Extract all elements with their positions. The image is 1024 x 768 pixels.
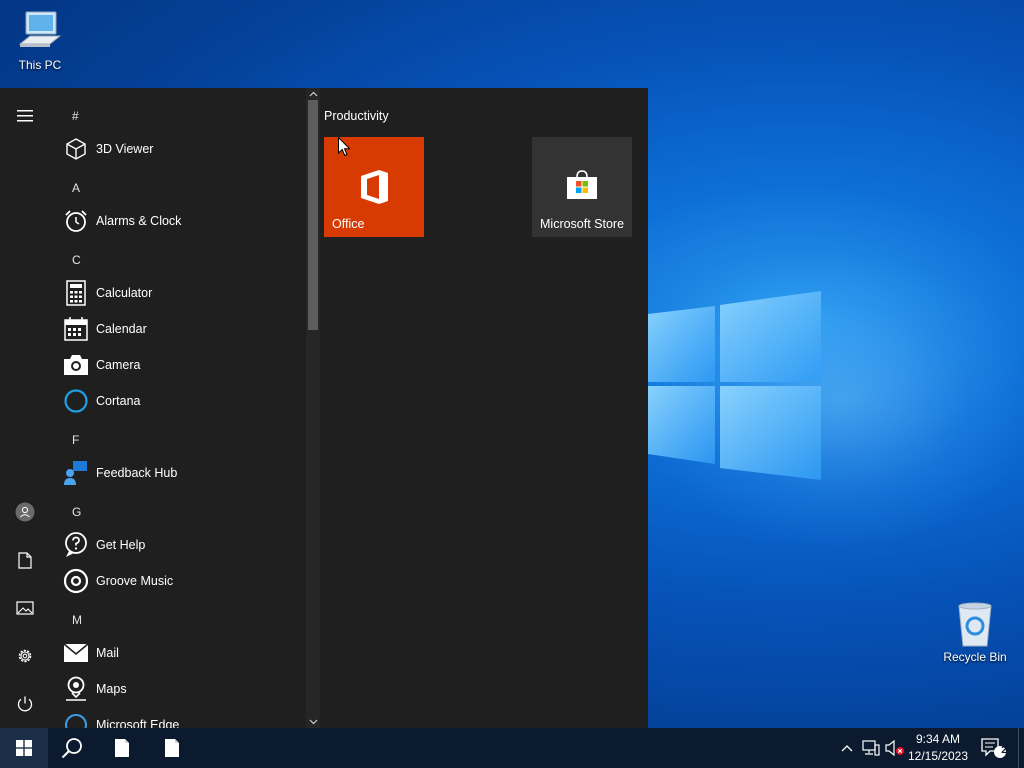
edge-icon: [62, 711, 90, 728]
app-feedback-hub[interactable]: Feedback Hub: [62, 455, 302, 491]
section-header-a[interactable]: A: [72, 181, 80, 195]
scrollbar-thumb[interactable]: [308, 100, 318, 330]
app-groove-music[interactable]: Groove Music: [62, 563, 302, 599]
help-chat-icon: [62, 531, 90, 559]
app-cortana[interactable]: Cortana: [62, 383, 302, 419]
expand-menu-button[interactable]: [0, 96, 50, 136]
pictures-button[interactable]: [0, 588, 50, 628]
cube-icon: [62, 135, 90, 163]
app-microsoft-edge[interactable]: Microsoft Edge: [62, 707, 302, 728]
notification-count-badge: 2: [1001, 745, 1007, 756]
office-logo-icon: [361, 170, 388, 204]
map-pin-icon: [62, 675, 90, 703]
tile-label: Office: [332, 217, 365, 231]
app-camera[interactable]: Camera: [62, 347, 302, 383]
settings-gear-icon: [18, 649, 32, 663]
store-bag-icon: [567, 170, 597, 199]
app-calculator[interactable]: Calculator: [62, 275, 302, 311]
taskbar: 9:34 AM 12/15/2023 2: [0, 728, 1024, 768]
section-header-g[interactable]: G: [72, 505, 81, 519]
envelope-icon: [62, 639, 90, 667]
clock-date: 12/15/2023: [907, 749, 969, 763]
feedback-person-icon: [62, 459, 90, 487]
windows-logo-icon: [16, 740, 32, 756]
account-button[interactable]: [0, 492, 50, 532]
search-icon: [61, 738, 82, 759]
user-avatar-icon: [15, 502, 35, 522]
action-center-button[interactable]: 2: [978, 728, 1010, 768]
computer-icon: [18, 11, 62, 47]
clock-time: 9:34 AM: [915, 732, 961, 746]
taskbar-app-document-1[interactable]: [98, 728, 146, 768]
desktop-icon-label: Recycle Bin: [943, 650, 1007, 664]
desktop-icon-recycle-bin[interactable]: Recycle Bin: [935, 602, 1015, 664]
network-button[interactable]: [860, 728, 882, 768]
start-rail: [0, 88, 50, 728]
camera-icon: [62, 351, 90, 379]
document-file-icon: [115, 739, 129, 757]
groove-disc-icon: [62, 567, 90, 595]
app-label: Feedback Hub: [96, 466, 178, 480]
app-label: Maps: [96, 682, 127, 696]
chevron-down-icon: [309, 719, 317, 725]
show-desktop-button[interactable]: [1018, 728, 1024, 768]
app-label: Calendar: [96, 322, 147, 336]
start-menu: # 3D Viewer A Alarms & Clock C Calculato…: [0, 88, 648, 728]
app-label: Groove Music: [96, 574, 174, 588]
document-file-icon: [165, 739, 179, 757]
pictures-icon: [16, 601, 34, 615]
documents-icon: [18, 551, 32, 569]
chevron-up-icon: [841, 745, 853, 752]
app-alarms-clock[interactable]: Alarms & Clock: [62, 203, 302, 239]
chevron-up-icon: [309, 91, 317, 97]
power-button[interactable]: [0, 684, 50, 724]
mouse-cursor-icon: [338, 137, 350, 156]
wallpaper-windows-logo: [648, 291, 821, 480]
app-label: Cortana: [96, 394, 141, 408]
start-button[interactable]: [0, 728, 48, 768]
recycle-bin-icon: [958, 602, 992, 647]
scroll-up-button[interactable]: [306, 88, 320, 100]
search-button[interactable]: [48, 728, 96, 768]
tile-microsoft-store[interactable]: Microsoft Store: [532, 137, 632, 237]
tile-group-title[interactable]: Productivity: [324, 109, 389, 123]
tiles-pane: Productivity Office Microsoft Store: [320, 88, 648, 728]
app-label: Microsoft Edge: [96, 718, 180, 728]
app-label: Get Help: [96, 538, 146, 552]
app-list: # 3D Viewer A Alarms & Clock C Calculato…: [50, 88, 306, 728]
section-header-c[interactable]: C: [72, 253, 81, 267]
app-label: Calculator: [96, 286, 153, 300]
documents-button[interactable]: [0, 540, 50, 580]
taskbar-app-document-2[interactable]: [148, 728, 196, 768]
app-label: Alarms & Clock: [96, 214, 182, 228]
calendar-icon: [62, 315, 90, 343]
alarm-clock-icon: [62, 207, 90, 235]
desktop-icon-label: This PC: [18, 58, 62, 72]
app-calendar[interactable]: Calendar: [62, 311, 302, 347]
app-3d-viewer[interactable]: 3D Viewer: [62, 131, 302, 167]
desktop-icon-this-pc[interactable]: This PC: [0, 10, 80, 72]
app-mail[interactable]: Mail: [62, 635, 302, 671]
cortana-ring-icon: [62, 387, 90, 415]
app-label: 3D Viewer: [96, 142, 154, 156]
tile-label: Microsoft Store: [540, 217, 625, 231]
section-header-hash[interactable]: #: [72, 109, 79, 123]
settings-button[interactable]: [0, 636, 50, 676]
hamburger-menu-icon: [17, 110, 33, 122]
network-icon: [862, 740, 880, 756]
section-header-f[interactable]: F: [72, 433, 79, 447]
scroll-down-button[interactable]: [306, 716, 320, 728]
section-header-m[interactable]: M: [72, 613, 82, 627]
app-get-help[interactable]: Get Help: [62, 527, 302, 563]
power-icon: [17, 696, 33, 712]
app-label: Mail: [96, 646, 119, 660]
system-clock[interactable]: 9:34 AM 12/15/2023: [900, 731, 976, 765]
app-list-scrollbar[interactable]: [306, 88, 320, 728]
calculator-icon: [62, 279, 90, 307]
show-hidden-icons-button[interactable]: [836, 728, 858, 768]
app-maps[interactable]: Maps: [62, 671, 302, 707]
app-label: Camera: [96, 358, 141, 372]
